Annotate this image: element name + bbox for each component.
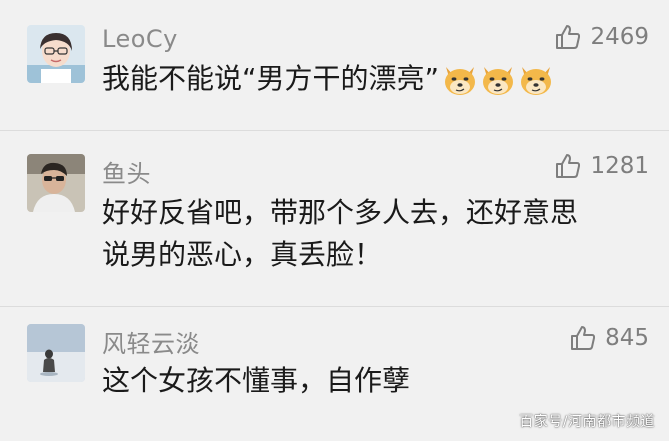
doge-icon (483, 67, 514, 95)
watermark: 百家号/河南都市频道 (519, 414, 655, 430)
doge-icon (521, 67, 552, 95)
username[interactable]: 鱼头 (102, 154, 151, 189)
comment-text: 这个女孩不懂事，自作孽 (102, 360, 410, 402)
comment-item: LeoCy 2469 我能不能说“男方干的漂亮” (0, 0, 669, 120)
avatar[interactable] (27, 25, 85, 83)
emoji-group (441, 61, 555, 99)
like-count: 2469 (590, 24, 649, 50)
like-count: 1281 (590, 153, 649, 179)
like-count: 845 (605, 325, 649, 351)
username[interactable]: 风轻云淡 (102, 324, 200, 359)
thumbs-up-icon (569, 324, 597, 352)
comment-text-content: 我能不能说“男方干的漂亮” (102, 62, 440, 95)
comment-text-line: 好好反省吧，带那个多人去，还好意思 (102, 196, 579, 229)
divider (0, 306, 669, 307)
like-button[interactable]: 2469 (554, 23, 649, 51)
username[interactable]: LeoCy (102, 25, 178, 53)
doge-icon (445, 67, 476, 95)
like-button[interactable]: 1281 (554, 152, 649, 180)
avatar[interactable] (27, 154, 85, 212)
comment-text-line: 说男的恶心，真丢脸！ (102, 238, 383, 271)
comment-text: 好好反省吧，带那个多人去，还好意思 说男的恶心，真丢脸！ (102, 192, 578, 276)
comment-item: 鱼头 1281 好好反省吧，带那个多人去，还好意思 说男的恶心，真丢脸！ (0, 140, 669, 290)
comment-text-content: 这个女孩不懂事，自作孽 (102, 364, 411, 397)
avatar[interactable] (27, 324, 85, 382)
divider (0, 130, 669, 131)
like-button[interactable]: 845 (569, 324, 649, 352)
thumbs-up-icon (554, 152, 582, 180)
thumbs-up-icon (554, 23, 582, 51)
comment-text: 我能不能说“男方干的漂亮” (102, 58, 555, 100)
